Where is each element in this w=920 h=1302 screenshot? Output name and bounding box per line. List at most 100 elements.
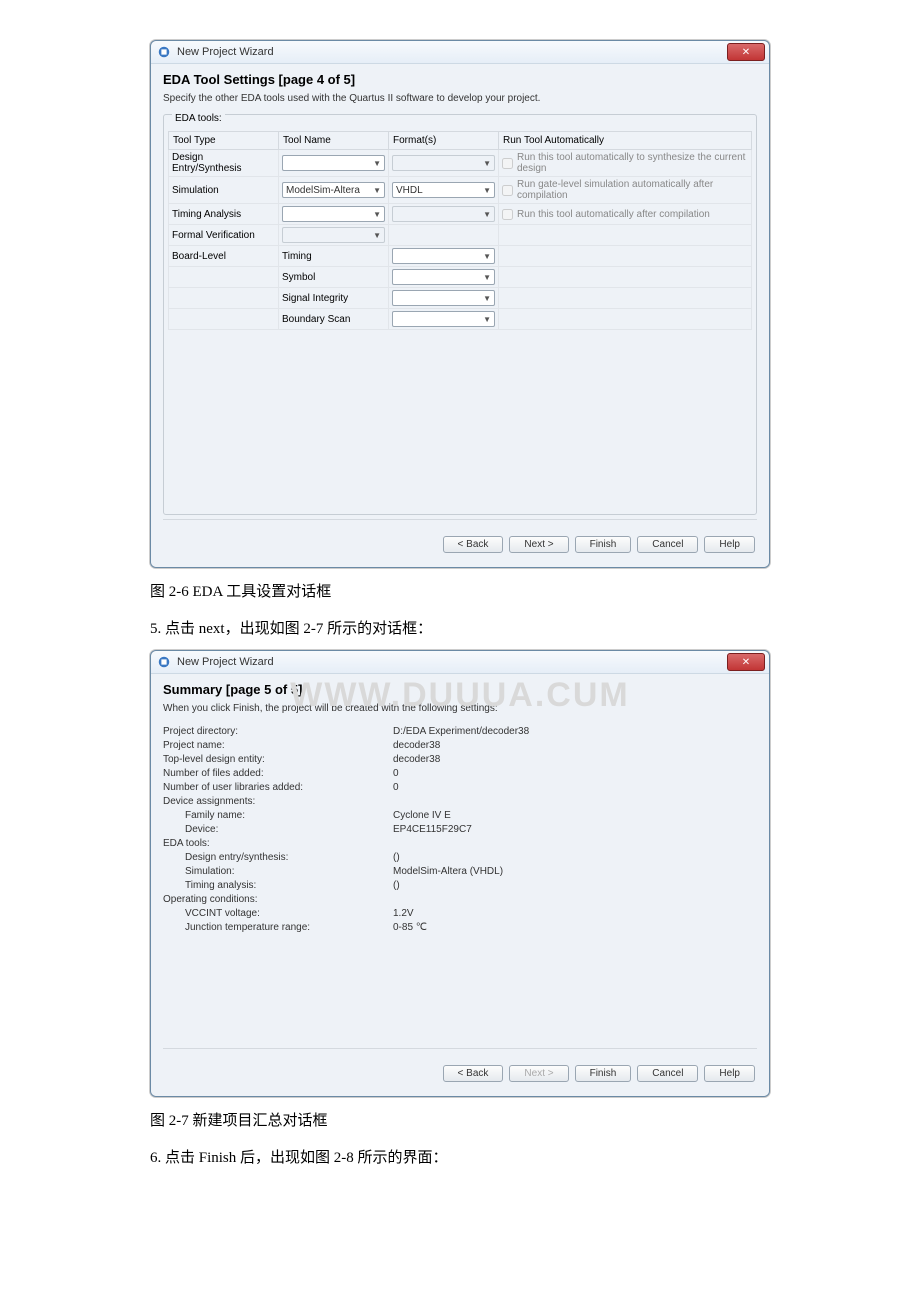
table-row: Symbol ▼ (169, 267, 752, 288)
page-title: Summary [page 5 of 5] (163, 682, 757, 697)
footer-buttons: < Back Next > Finish Cancel Help (163, 1059, 757, 1084)
col-tool-name: Tool Name (279, 132, 389, 150)
table-row: Design Entry/Synthesis ▼ ▼ Run this tool au… (169, 150, 752, 177)
table-row: Boundary Scan ▼ (169, 309, 752, 330)
chevron-down-icon: ▼ (483, 159, 491, 168)
summary-value: Cyclone IV E (393, 810, 451, 821)
footer-buttons: < Back Next > Finish Cancel Help (163, 530, 757, 555)
summary-key: Project name: (163, 740, 393, 751)
summary-key: Number of files added: (163, 768, 393, 779)
summary-row: Device:EP4CE115F29C7 (163, 822, 757, 836)
window-title: New Project Wizard (177, 656, 274, 668)
summary-row: Device assignments: (163, 794, 757, 808)
chevron-down-icon: ▼ (373, 159, 381, 168)
finish-button[interactable]: Finish (575, 536, 632, 553)
summary-value: 0 (393, 768, 399, 779)
wizard-dialog-page4: New Project Wizard ✕ EDA Tool Settings [… (150, 40, 770, 568)
step-6-text: 6. 点击 Finish 后，出现如图 2-8 所示的界面： (150, 1146, 770, 1167)
col-format: Format(s) (389, 132, 499, 150)
close-icon: ✕ (742, 47, 750, 58)
next-button: Next > (509, 1065, 568, 1082)
back-button[interactable]: < Back (443, 1065, 504, 1082)
summary-key: VCCINT voltage: (163, 908, 393, 919)
combo[interactable]: ▼ (282, 206, 385, 222)
summary-value: 0-85 ℃ (393, 922, 427, 933)
back-button[interactable]: < Back (443, 536, 504, 553)
next-button[interactable]: Next > (509, 536, 568, 553)
summary-row: Family name:Cyclone IV E (163, 808, 757, 822)
summary-key: Number of user libraries added: (163, 782, 393, 793)
auto-run-checkbox[interactable]: Run gate-level simulation automatically … (502, 179, 748, 201)
col-tool-type: Tool Type (169, 132, 279, 150)
wizard-dialog-page5: New Project Wizard ✕ WWW.DUUUA.CUM Summa… (150, 650, 770, 1097)
app-icon (157, 655, 171, 669)
summary-value: EP4CE115F29C7 (393, 824, 472, 835)
auto-run-checkbox[interactable]: Run this tool automatically after compil… (502, 209, 748, 220)
summary-row: Project name:decoder38 (163, 738, 757, 752)
summary-value: D:/EDA Experiment/decoder38 (393, 726, 529, 737)
titlebar[interactable]: New Project Wizard ✕ (151, 651, 769, 674)
chevron-down-icon: ▼ (373, 231, 381, 240)
summary-row: Top-level design entity:decoder38 (163, 752, 757, 766)
board-subtype: Timing (279, 246, 389, 267)
summary-row: Simulation:ModelSim-Altera (VHDL) (163, 864, 757, 878)
board-subtype: Boundary Scan (279, 309, 389, 330)
table-row: Timing Analysis▼▼Run this tool automatic… (169, 204, 752, 225)
close-button[interactable]: ✕ (727, 43, 765, 61)
tool-type-cell: Formal Verification (169, 225, 279, 246)
auto-run-checkbox[interactable]: Run this tool automatically to synthesiz… (502, 152, 748, 174)
help-button[interactable]: Help (704, 536, 755, 553)
combo[interactable]: ModelSim-Altera▼ (282, 182, 385, 198)
summary-key: Design entry/synthesis: (163, 852, 393, 863)
summary-key: Timing analysis: (163, 880, 393, 891)
window-title: New Project Wizard (177, 46, 274, 58)
combo: ▼ (392, 155, 495, 171)
chevron-down-icon: ▼ (483, 273, 491, 282)
combo[interactable]: ▼ (282, 155, 385, 171)
chevron-down-icon: ▼ (483, 252, 491, 261)
summary-row: VCCINT voltage:1.2V (163, 906, 757, 920)
close-button[interactable]: ✕ (727, 653, 765, 671)
summary-row: Design entry/synthesis: () (163, 850, 757, 864)
tool-type-cell (169, 267, 279, 288)
summary-row: Operating conditions: (163, 892, 757, 906)
combo[interactable]: ▼ (392, 248, 495, 264)
combo[interactable]: ▼ (392, 290, 495, 306)
page-subtitle: Specify the other EDA tools used with th… (163, 93, 757, 104)
summary-value: () (393, 852, 400, 863)
table-row: Signal Integrity▼ (169, 288, 752, 309)
app-icon (157, 45, 171, 59)
chevron-down-icon: ▼ (373, 186, 381, 195)
titlebar[interactable]: New Project Wizard ✕ (151, 41, 769, 64)
tool-type-cell (169, 309, 279, 330)
summary-value: () (393, 880, 400, 891)
board-subtype: Signal Integrity (279, 288, 389, 309)
chevron-down-icon: ▼ (373, 210, 381, 219)
tool-type-cell: Board-Level (169, 246, 279, 267)
board-subtype: Symbol (279, 267, 389, 288)
summary-row: Number of user libraries added:0 (163, 780, 757, 794)
summary-list: Project directory:D:/EDA Experiment/deco… (163, 724, 757, 934)
cancel-button[interactable]: Cancel (637, 1065, 698, 1082)
summary-row: Project directory:D:/EDA Experiment/deco… (163, 724, 757, 738)
combo[interactable]: ▼ (392, 269, 495, 285)
tool-type-cell: Timing Analysis (169, 204, 279, 225)
summary-row: Junction temperature range:0-85 ℃ (163, 920, 757, 934)
help-button[interactable]: Help (704, 1065, 755, 1082)
tool-type-cell: Design Entry/Synthesis (169, 150, 279, 177)
chevron-down-icon: ▼ (483, 315, 491, 324)
combo[interactable]: VHDL▼ (392, 182, 495, 198)
group-legend: EDA tools: (172, 113, 225, 124)
finish-button[interactable]: Finish (575, 1065, 632, 1082)
summary-key: Device: (163, 824, 393, 835)
cancel-button[interactable]: Cancel (637, 536, 698, 553)
combo: ▼ (282, 227, 385, 243)
summary-row: EDA tools: (163, 836, 757, 850)
summary-value: 0 (393, 782, 399, 793)
col-auto: Run Tool Automatically (499, 132, 752, 150)
summary-value: decoder38 (393, 740, 440, 751)
page-subtitle: When you click Finish, the project will … (163, 703, 757, 714)
combo[interactable]: ▼ (392, 311, 495, 327)
summary-key: Simulation: (163, 866, 393, 877)
table-row: Board-LevelTiming ▼ (169, 246, 752, 267)
